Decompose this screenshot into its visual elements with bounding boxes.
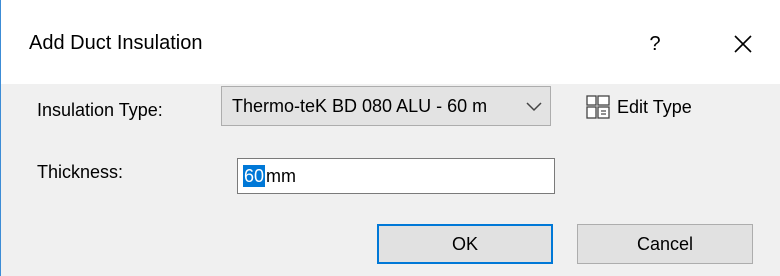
thickness-value-selected: 60: [243, 165, 266, 187]
close-button[interactable]: [721, 26, 765, 62]
close-icon: [734, 35, 752, 53]
dialog-title: Add Duct Insulation: [29, 32, 203, 54]
chevron-down-icon: [526, 102, 542, 112]
thickness-label: Thickness:: [37, 162, 124, 182]
thickness-unit: mm: [266, 166, 296, 186]
add-duct-insulation-dialog: Add Duct Insulation ? Insulation Type: T…: [0, 0, 780, 276]
insulation-type-dropdown[interactable]: Thermo-teK BD 080 ALU - 60 m: [221, 86, 551, 126]
help-button[interactable]: ?: [633, 26, 677, 62]
ok-button[interactable]: OK: [377, 224, 553, 264]
cancel-button[interactable]: Cancel: [577, 224, 753, 264]
edit-type-label: Edit Type: [617, 96, 692, 117]
insulation-type-value: Thermo-teK BD 080 ALU - 60 m: [232, 96, 488, 116]
thickness-input[interactable]: 60 mm: [237, 158, 555, 194]
insulation-type-label: Insulation Type:: [37, 100, 163, 120]
edit-type-icon: [586, 95, 610, 119]
edit-type-button[interactable]: Edit Type: [583, 92, 692, 122]
title-bar: Add Duct Insulation ?: [1, 0, 780, 84]
